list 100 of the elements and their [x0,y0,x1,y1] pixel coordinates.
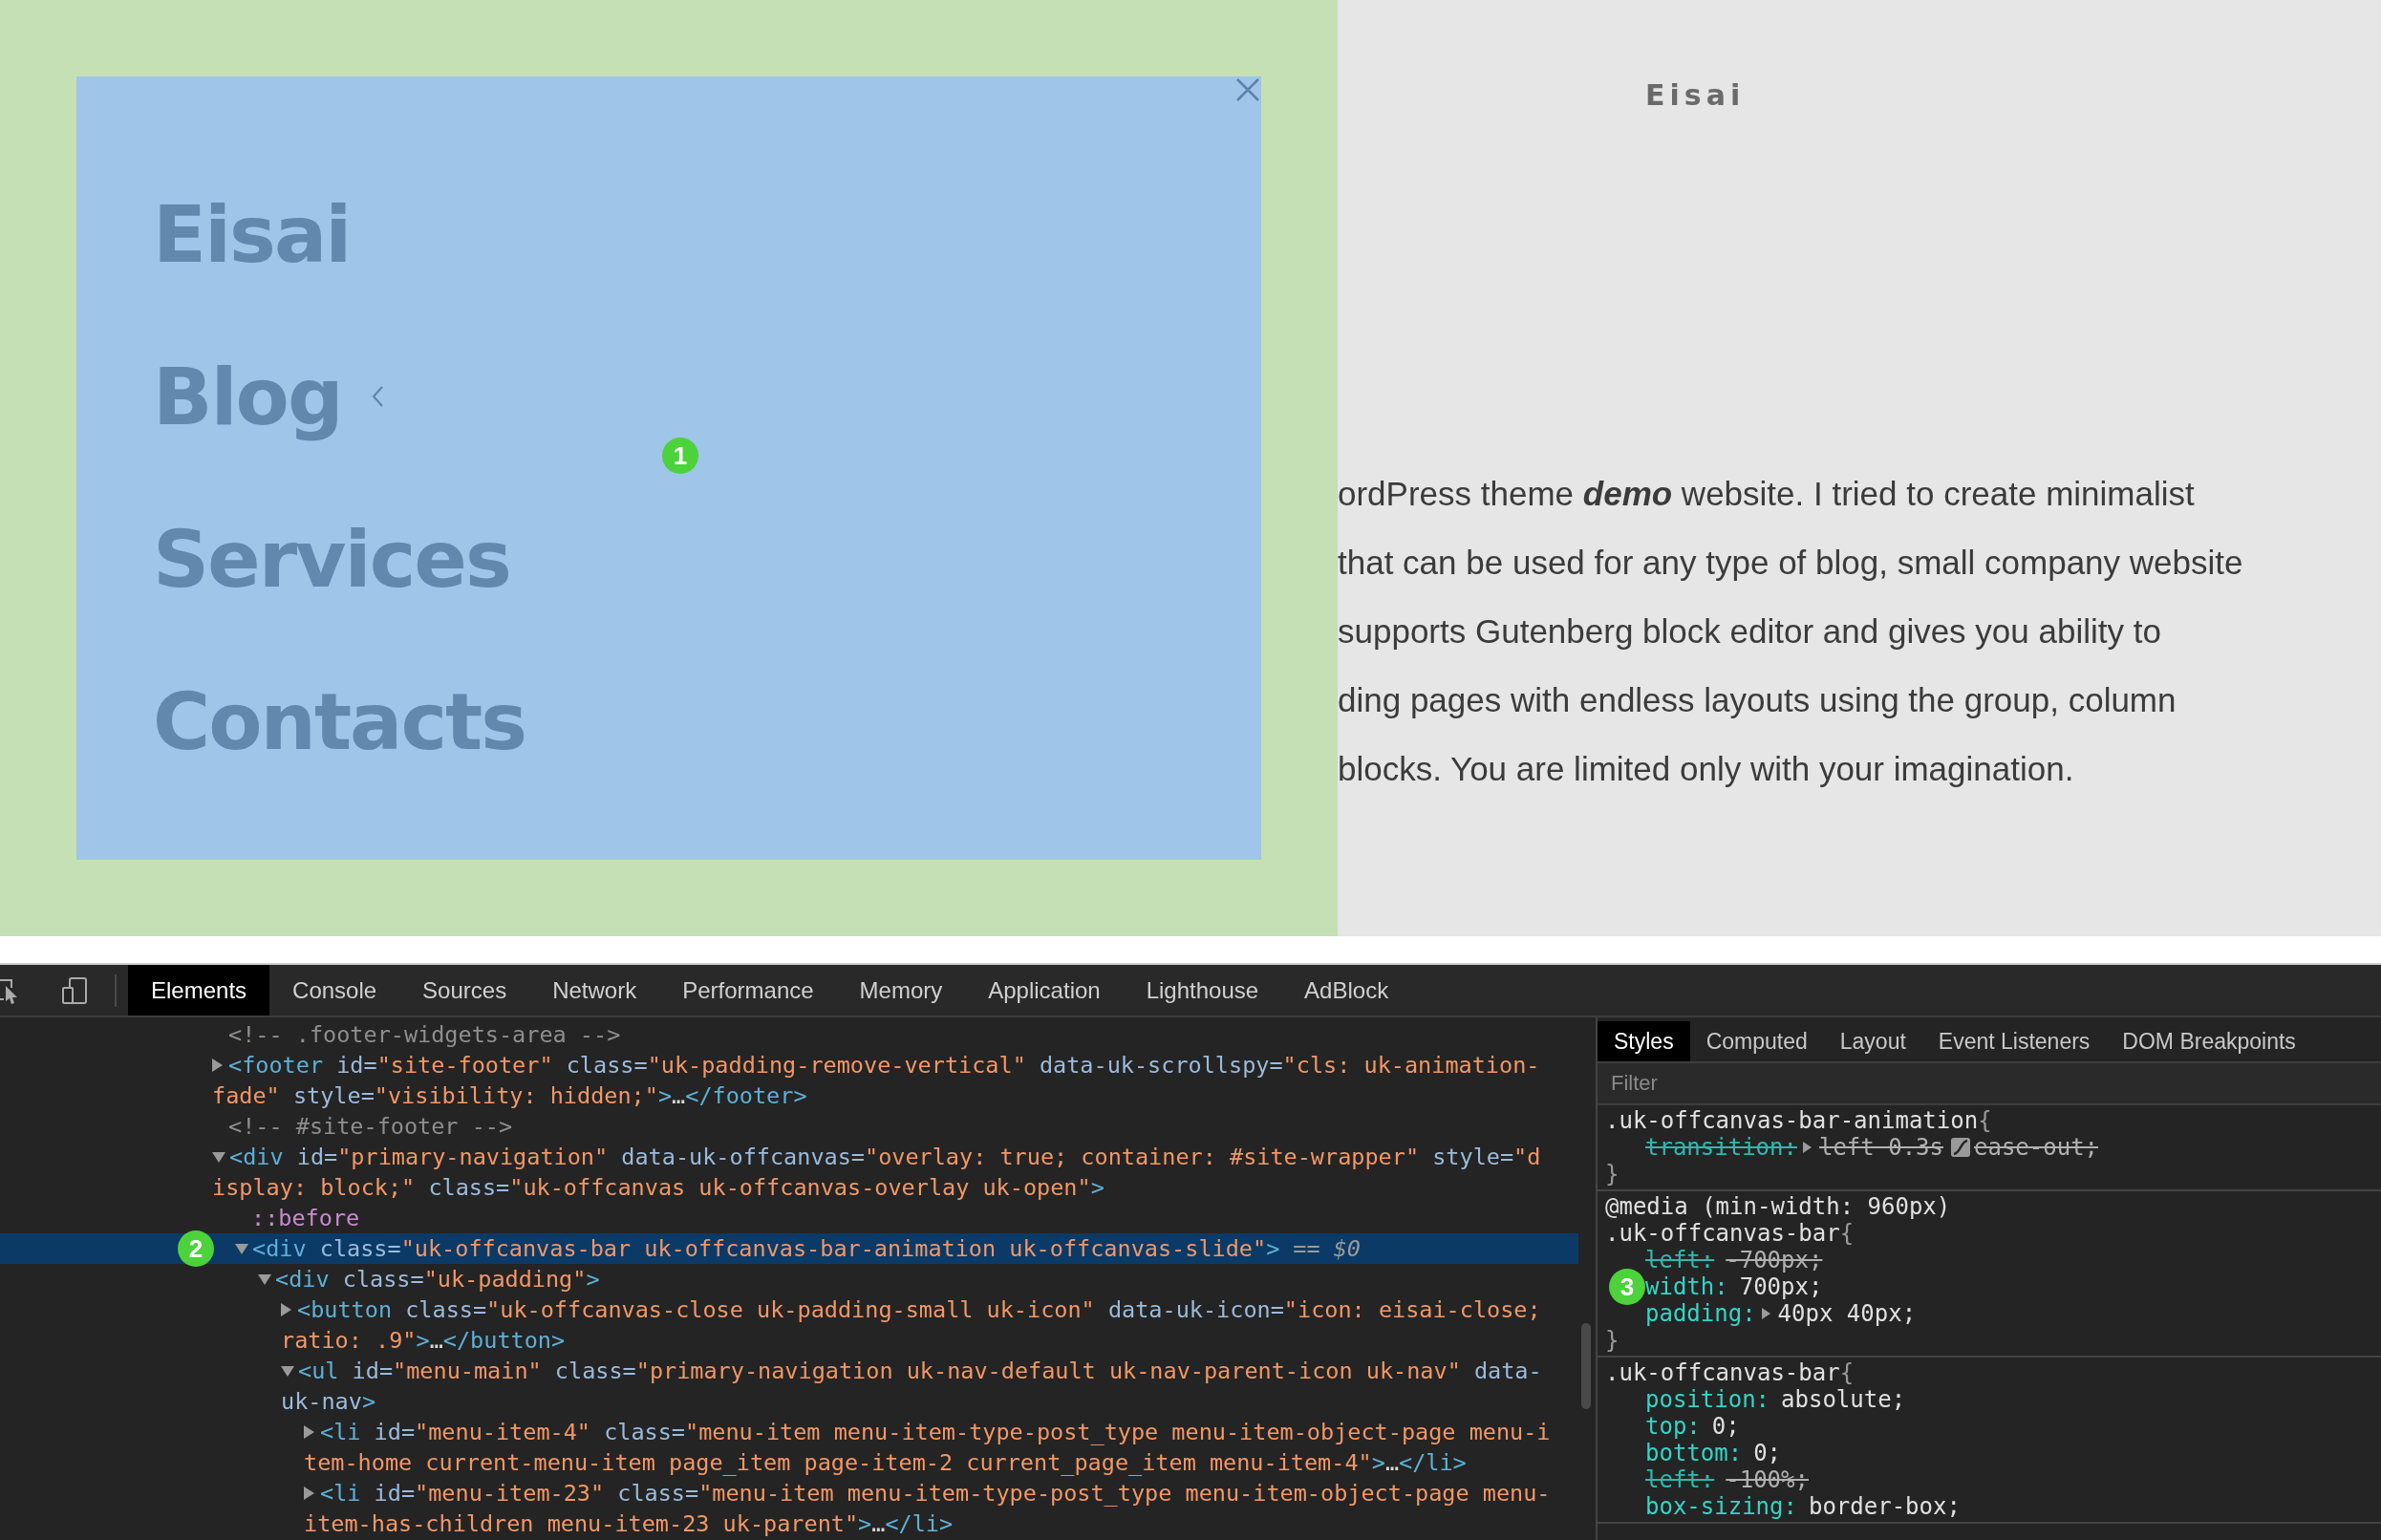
dom-tree-row[interactable]: uk-nav> [0,1386,1578,1417]
css-property[interactable]: bottom: [1645,1440,1743,1466]
paragraph-line: ding pages with endless layouts using the group, column [1338,680,2177,720]
code-line: <div class="uk-padding"> [275,1266,600,1293]
devtools-tab[interactable]: Performance [659,965,837,1016]
css-value[interactable]: 0; [1753,1440,1782,1466]
scrollbar-thumb[interactable] [1581,1323,1591,1409]
css-value[interactable]: -700px; [1726,1247,1823,1273]
media-query: @media (min-width: 960px) [1604,1193,1952,1220]
code-line: uk-nav> [281,1388,376,1415]
css-value[interactable]: left 0.3s [1818,1134,1943,1161]
dom-tree-row[interactable]: ratio: .9">…</button> [0,1325,1578,1356]
devtools-tab[interactable]: Console [269,965,400,1016]
dom-tree-row[interactable]: <!-- #site-footer --> [0,1111,1578,1142]
paragraph-line: that can be used for any type of blog, small company website [1338,543,2243,583]
css-value[interactable]: 700px; [1739,1273,1823,1300]
disclosure-triangle-icon[interactable] [1802,1142,1812,1153]
dom-tree-row[interactable]: <!-- .footer-widgets-area --> [0,1019,1578,1050]
dom-tree-row[interactable]: item-has-children menu-item-23 uk-parent">…</li> [0,1508,1578,1539]
devtools-tab[interactable]: Lighthouse [1123,965,1282,1016]
annotation-marker: 1 [662,438,698,474]
disclosure-triangle-icon[interactable] [258,1273,271,1285]
disclosure-triangle-icon[interactable] [281,1303,291,1316]
annotation-marker: 2 [178,1230,214,1267]
disclosure-triangle-icon[interactable] [212,1151,225,1163]
code-line: <div id="primary-navigation" data-uk-offcanvas="overlay: true; container: #site-wrapper" style="d [229,1144,1541,1170]
css-property[interactable]: position: [1645,1386,1770,1413]
styles-tab[interactable]: Styles [1598,1021,1690,1061]
brace: } [1605,1161,1620,1187]
disclosure-triangle-icon[interactable] [235,1243,248,1254]
styles-tab[interactable]: Layout [1823,1021,1922,1061]
css-value[interactable]: 0; [1711,1413,1740,1440]
easing-curve-icon[interactable] [1951,1138,1970,1157]
code-line: isplay: block;" class="uk-offcanvas uk-offcanvas-overlay uk-open"> [212,1174,1105,1201]
css-property[interactable]: box-sizing: [1645,1493,1797,1520]
code-line: <!-- .footer-widgets-area --> [228,1021,621,1048]
css-value[interactable]: ease-out; [1974,1134,2099,1161]
disclosure-triangle-icon[interactable] [304,1487,314,1500]
code-line: <li id="menu-item-4" class="menu-item menu-item-type-post_type menu-item-object-page menu-i [320,1419,1551,1445]
devtools-tab[interactable]: Sources [399,965,530,1016]
filter-field[interactable]: Filter [1598,1063,2381,1105]
code-line: <ul id="menu-main" class="primary-navigation uk-nav-default uk-nav-parent-icon uk-nav" data- [298,1358,1542,1384]
code-line: <!-- #site-footer --> [228,1113,513,1140]
code-line: ratio: .9">…</button> [281,1327,566,1354]
annotation-marker: 3 [1609,1269,1645,1305]
devtools-tab[interactable]: Network [529,965,660,1016]
dom-tree-row[interactable]: 2 <div class="uk-offcanvas-bar uk-offcanvas-bar-animation uk-offcanvas-slide"> == $0 [0,1233,1578,1264]
disclosure-triangle-icon[interactable] [212,1059,223,1072]
dom-tree-row[interactable]: <footer id="site-footer" class="uk-padding-remove-vertical" data-uk-scrollspy="cls: uk-animation- [0,1050,1578,1080]
dom-tree-row[interactable]: <ul id="menu-main" class="primary-navigation uk-nav-default uk-nav-parent-icon uk-nav" data- [0,1356,1578,1386]
css-property[interactable]: left: [1645,1466,1715,1493]
brace: { [1978,1107,1992,1134]
code-line: tem-home current-menu-item page_item page-item-2 current_page_item menu-item-4">…</li> [304,1449,1467,1476]
code-line: fade" style="visibility: hidden;">…</footer> [212,1082,807,1109]
css-property[interactable]: padding: [1645,1300,1756,1327]
dom-tree-row[interactable]: <li id="menu-item-23" class="menu-item menu-item-type-post_type menu-item-object-page menu- [0,1478,1578,1508]
paragraph-line: blocks. You are limited only with your imagination. [1338,749,2074,789]
disclosure-triangle-icon[interactable] [304,1425,314,1439]
css-value[interactable]: -100%; [1726,1466,1809,1493]
styles-tab[interactable]: Computed [1689,1021,1824,1061]
css-property[interactable]: width: [1645,1273,1728,1300]
dom-tree-row[interactable]: isplay: block;" class="uk-offcanvas uk-offcanvas-overlay uk-open"> [0,1172,1578,1203]
disclosure-triangle-icon[interactable] [1761,1308,1770,1319]
code-line: item-has-children menu-item-23 uk-parent">…</li> [304,1510,954,1537]
paragraph-line: supports Gutenberg block editor and gives you ability to [1338,611,2161,652]
dom-tree-row[interactable]: ::before [0,1203,1578,1233]
css-value[interactable]: absolute; [1781,1386,1906,1413]
css-property[interactable]: left: [1645,1247,1715,1273]
site-title[interactable]: Eisai [1645,78,1746,112]
device-toolbar-icon[interactable] [61,975,90,1005]
dom-tree-row[interactable]: <li id="menu-item-4" class="menu-item menu-item-type-post_type menu-item-object-page menu-i [0,1417,1578,1447]
dom-tree-row[interactable]: <div class="uk-padding"> [0,1264,1578,1294]
dom-tree-row[interactable]: tem-home current-menu-item page_item page-item-2 current_page_item menu-item-4">…</li> [0,1447,1578,1478]
devtools-tab[interactable]: Elements [128,965,270,1016]
css-value[interactable]: 40px 40px; [1777,1300,1917,1327]
css-value[interactable]: border-box; [1808,1493,1961,1520]
devtools-tab[interactable]: AdBlock [1281,965,1412,1016]
css-selector: .uk-offcanvas-bar-animation [1605,1107,1979,1134]
devtools-tab[interactable]: Application [965,965,1124,1016]
code-line: <li id="menu-item-23" class="menu-item menu-item-type-post_type menu-item-object-page menu- [320,1480,1551,1507]
brace: { [1839,1359,1855,1386]
brace: } [1605,1327,1620,1354]
css-selector: .uk-offcanvas-bar [1605,1359,1840,1386]
paragraph-line: ordPress theme demo website. I tried to create minimalist [1338,474,2195,514]
dom-tree-row[interactable]: <button class="uk-offcanvas-close uk-padding-small uk-icon" data-uk-icon="icon: eisai-close; [0,1294,1578,1325]
code-line: <div class="uk-offcanvas-bar uk-offcanvas-bar-animation uk-offcanvas-slide"> [252,1235,1280,1262]
devtools-tab[interactable]: Memory [836,965,966,1016]
selected-node-hint: == $0 [1293,1235,1362,1262]
css-property[interactable]: transition: [1645,1134,1797,1161]
css-selector: .uk-offcanvas-bar [1605,1220,1840,1247]
css-property[interactable]: top: [1645,1413,1701,1440]
dom-tree-row[interactable]: fade" style="visibility: hidden;">…</footer> [0,1080,1578,1111]
styles-tab[interactable]: Event Listeners [1921,1021,2107,1061]
dom-tree-row[interactable]: <div id="primary-navigation" data-uk-offcanvas="overlay: true; container: #site-wrapper" style="d [0,1142,1578,1172]
code-line: ::before [251,1205,360,1231]
disclosure-triangle-icon[interactable] [281,1365,294,1377]
code-line: <button class="uk-offcanvas-close uk-padding-small uk-icon" data-uk-icon="icon: eisai-close; [297,1296,1541,1323]
styles-tab[interactable]: DOM Breakpoints [2106,1021,2312,1061]
brace: { [1839,1220,1855,1247]
code-line: <footer id="site-footer" class="uk-padding-remove-vertical" data-uk-scrollspy="cls: uk-animation- [228,1052,1540,1079]
